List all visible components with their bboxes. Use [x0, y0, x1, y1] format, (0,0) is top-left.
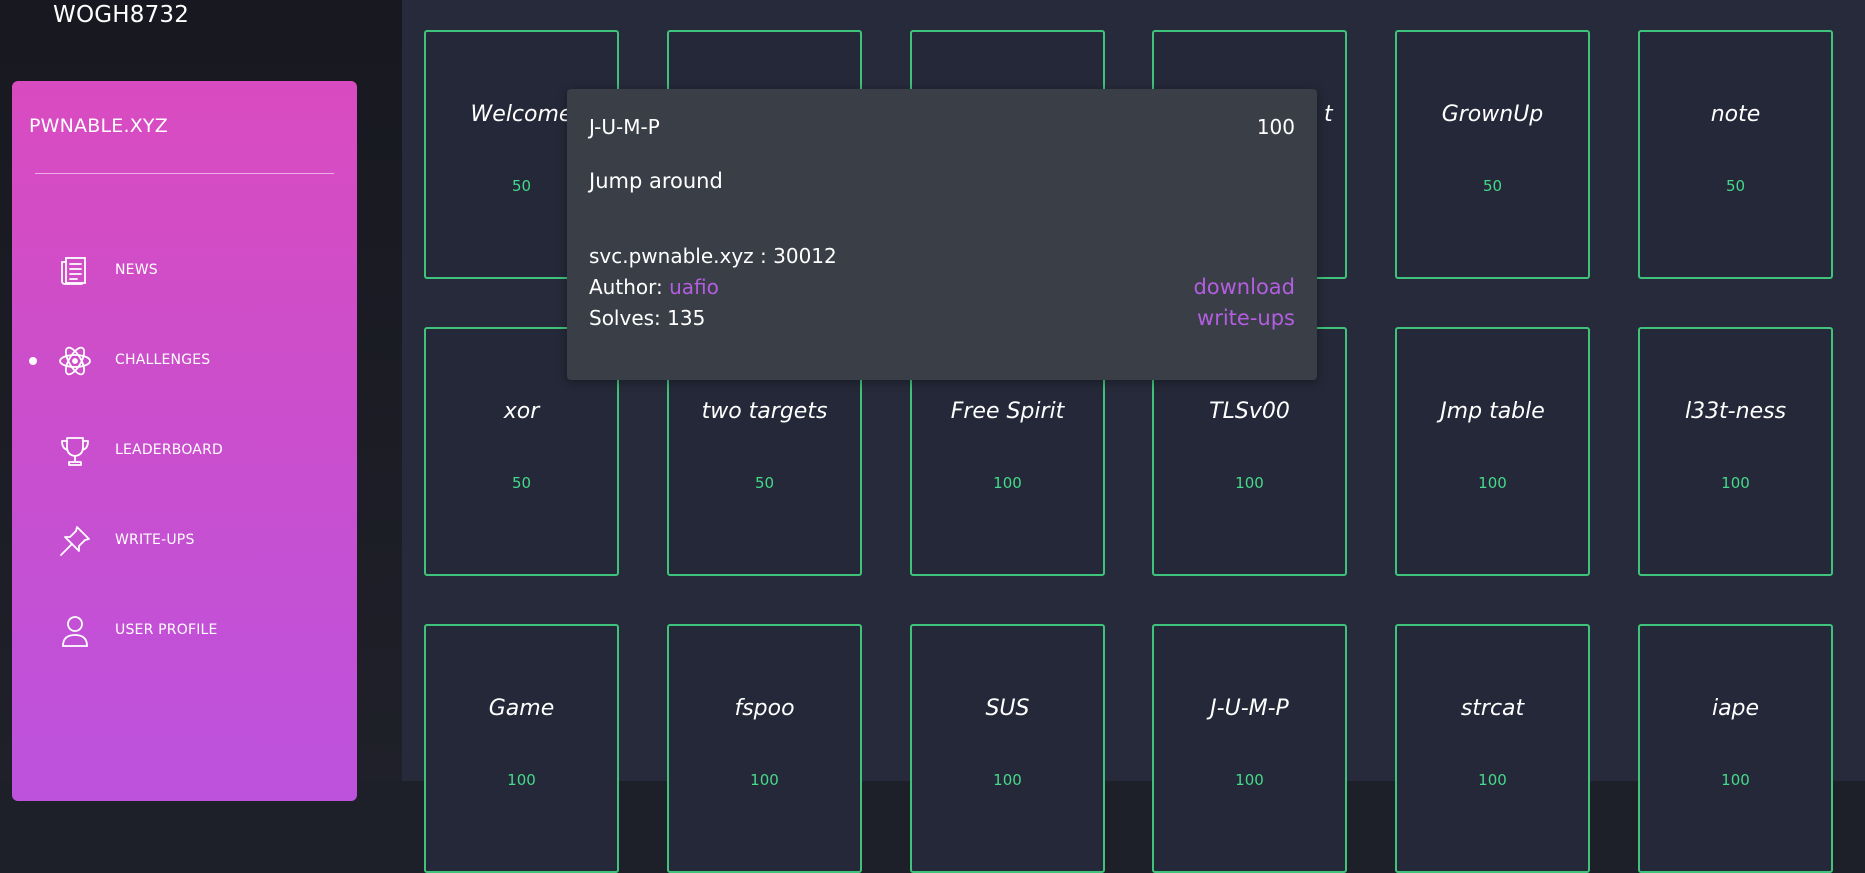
challenge-name: J-U-M-P — [1210, 696, 1289, 721]
user-icon — [55, 611, 95, 651]
challenge-name: GrownUp — [1441, 102, 1544, 127]
challenge-card[interactable]: strcat 100 — [1395, 624, 1590, 873]
challenge-points: 100 — [507, 771, 536, 789]
divider — [35, 173, 334, 174]
challenge-card[interactable]: Game 100 — [424, 624, 619, 873]
challenge-name: xor — [503, 399, 540, 424]
challenge-card[interactable]: SUS 100 — [910, 624, 1105, 873]
pin-icon — [55, 521, 95, 561]
challenge-points: 100 — [1478, 771, 1507, 789]
challenge-name: fspoo — [734, 696, 795, 721]
left-panel: WOGH8732 PWNABLE.XYZ NEWS CHALLENGES LEA… — [0, 0, 402, 801]
challenge-points: 50 — [511, 474, 532, 492]
challenge-name: note — [1710, 102, 1761, 127]
challenge-name: Jmp table — [1440, 399, 1545, 424]
challenge-name: two targets — [701, 399, 828, 424]
challenge-card[interactable]: fspoo 100 — [667, 624, 862, 873]
challenge-points: 50 — [1482, 177, 1503, 195]
challenge-points: 100 — [1721, 771, 1750, 789]
challenge-name: Free Spirit — [950, 399, 1065, 424]
challenge-detail-popup: J-U-M-P 100 Jump around svc.pwnable.xyz … — [567, 89, 1317, 380]
challenge-points: 100 — [1721, 474, 1750, 492]
sidebar-item-leaderboard[interactable]: LEADERBOARD — [12, 423, 357, 479]
challenge-name: l33t-ness — [1684, 399, 1787, 424]
challenge-name: strcat — [1460, 696, 1525, 721]
challenge-card[interactable]: J-U-M-P 100 — [1152, 624, 1347, 873]
brand-logo-text[interactable]: PWNABLE.XYZ — [29, 115, 168, 137]
sidebar-item-news[interactable]: NEWS — [12, 243, 357, 299]
author-label: Author: — [589, 275, 663, 299]
challenge-name: TLSv00 — [1209, 399, 1290, 424]
active-indicator — [29, 357, 37, 365]
sidebar-item-label: NEWS — [115, 262, 158, 278]
sidebar-item-user-profile[interactable]: USER PROFILE — [12, 603, 357, 659]
challenge-card[interactable]: note 50 — [1638, 30, 1833, 279]
popup-description: Jump around — [589, 169, 723, 193]
author-link[interactable]: uafio — [669, 275, 719, 299]
challenge-points: 100 — [1235, 474, 1264, 492]
challenge-name: SUS — [985, 696, 1030, 721]
sidebar-item-challenges[interactable]: CHALLENGES — [12, 333, 357, 389]
sidebar-item-label: LEADERBOARD — [115, 442, 223, 458]
download-link[interactable]: download — [1193, 275, 1295, 299]
challenge-card[interactable]: Jmp table 100 — [1395, 327, 1590, 576]
challenge-points: 50 — [754, 474, 775, 492]
challenge-card[interactable]: l33t-ness 100 — [1638, 327, 1833, 576]
username: WOGH8732 — [53, 2, 190, 28]
challenge-name: Game — [488, 696, 555, 721]
popup-solves: Solves: 135 — [589, 306, 706, 330]
challenge-points: 100 — [993, 771, 1022, 789]
challenge-points: 100 — [1478, 474, 1507, 492]
challenge-card[interactable]: GrownUp 50 — [1395, 30, 1590, 279]
atom-icon — [55, 341, 95, 381]
challenge-points: 100 — [1235, 771, 1264, 789]
sidebar-item-write-ups[interactable]: WRITE-UPS — [12, 513, 357, 569]
sidebar-item-label: WRITE-UPS — [115, 532, 195, 548]
challenge-points: 100 — [750, 771, 779, 789]
write-ups-link[interactable]: write-ups — [1197, 306, 1295, 330]
popup-points: 100 — [1256, 115, 1295, 139]
news-icon — [55, 251, 95, 291]
popup-title: J-U-M-P — [589, 115, 660, 139]
challenge-points: 50 — [1725, 177, 1746, 195]
trophy-icon — [55, 431, 95, 471]
sidebar-item-label: USER PROFILE — [115, 622, 218, 638]
challenge-name: t — [1324, 102, 1333, 127]
popup-server: svc.pwnable.xyz : 30012 — [589, 244, 837, 268]
challenge-name: iape — [1711, 696, 1760, 721]
popup-author-row: Author: uafio — [589, 275, 719, 299]
sidebar: PWNABLE.XYZ NEWS CHALLENGES LEADERBOARD … — [12, 81, 357, 801]
sidebar-item-label: CHALLENGES — [115, 352, 211, 368]
challenge-card[interactable]: iape 100 — [1638, 624, 1833, 873]
challenge-points: 100 — [993, 474, 1022, 492]
